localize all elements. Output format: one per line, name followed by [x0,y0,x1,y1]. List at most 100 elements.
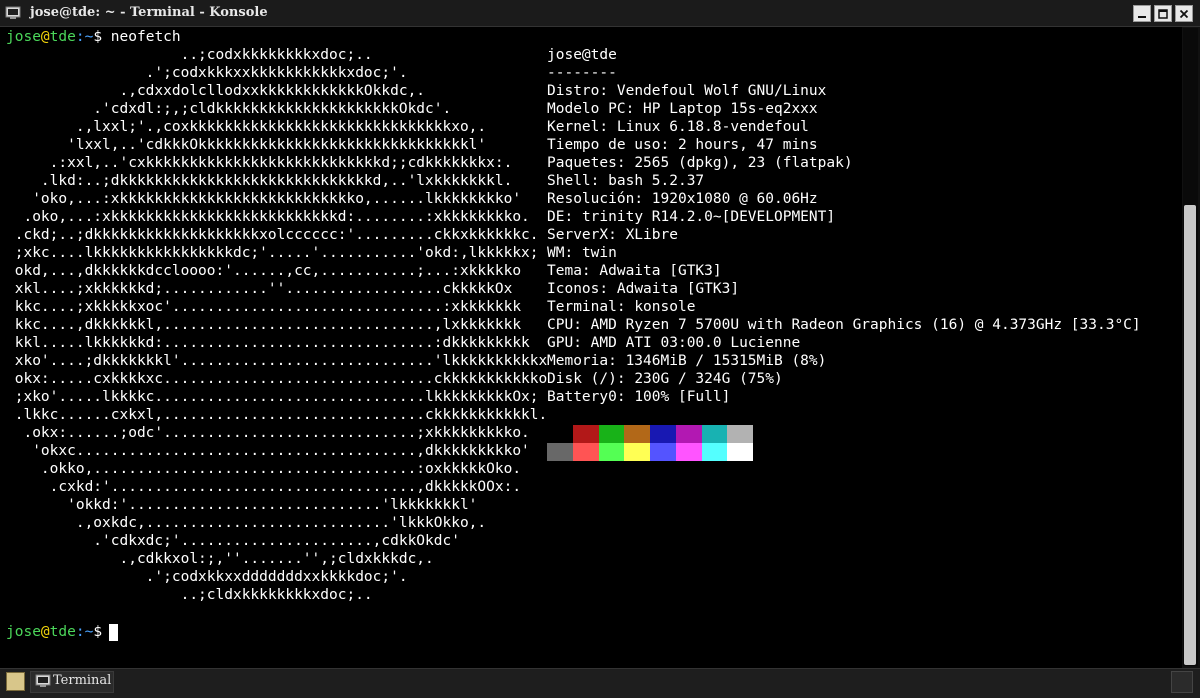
info-key: Memoria [547,353,609,369]
ascii-art-line: .,oxkdc,............................'lkk… [6,515,487,531]
color-swatch [727,443,754,461]
ascii-art-line: 'lxxl,..'cdkkkOkkkkkkkkkkkkkkkkkkkkkkkkk… [6,137,487,153]
ascii-art-line: xko'....;dkkkkkkkl'.....................… [6,353,548,369]
color-swatch [624,443,651,461]
info-row: Kernel: Linux 6.18.8-vendefoul [547,118,809,136]
prompt-line: jose@tde:~$ neofetch [6,28,181,46]
ascii-art-line: .lkd:..;dkkkkkkkkkkkkkkkkkkkkkkkkkkkkkd,… [6,173,513,189]
ascii-art-line: ..;codxkkkkkkkkxdoc;.. [6,47,373,63]
color-swatch [675,443,702,461]
ascii-art-line: .cxkd:'.................................… [6,479,522,495]
info-row: Tiempo de uso: 2 hours, 47 mins [547,136,818,154]
info-colon: : [625,101,644,117]
info-row: CPU: AMD Ryzen 7 5700U with Radeon Graph… [547,316,1141,334]
info-row: Disk (/): 230G / 324G (75%) [547,370,783,388]
info-value: 1346MiB / 15315MiB (8%) [625,353,827,369]
color-swatch [650,443,676,461]
prompt-line-current: jose@tde:~$ [6,623,102,641]
color-swatch [701,425,728,443]
ascii-art-line: .,cdxxdolcllodxxkkkkkkkkkkkkOkkdc,. [6,83,426,99]
close-icon [1179,9,1189,18]
tray-button[interactable] [1171,671,1193,693]
info-colon: : [616,389,635,405]
info-colon: : [599,119,617,135]
info-row: Battery0: 100% [Full] [547,388,730,406]
prompt-path: :~ [75,624,94,640]
info-key: Battery0 [547,389,617,405]
info-value: AMD ATI 03:00.0 Lucienne [590,335,801,351]
info-colon: : [616,371,635,387]
info-row: Paquetes: 2565 (dpkg), 23 (flatpak) [547,154,853,172]
maximize-icon [1158,8,1168,19]
info-row: Distro: Vendefoul Wolf GNU/Linux [547,82,826,100]
info-key: GPU [547,335,574,351]
color-swatch [701,443,728,461]
text-cursor [109,624,118,641]
info-key: Shell [547,173,591,189]
info-key: Tiempo de uso [547,137,661,153]
info-value: Adwaita [GTK3] [599,263,722,279]
close-button[interactable] [1175,5,1193,22]
info-colon: : [608,227,626,243]
prompt-user: jose [6,624,41,640]
info-header: jose@tde [547,47,617,63]
ascii-art-line: kkc....,dkkkkkkl,.......................… [6,317,522,333]
info-colon: : [581,263,600,279]
info-value: 230G / 324G (75%) [634,371,783,387]
ascii-art-line: 'okxc...................................… [6,443,530,459]
info-value: HP Laptop 15s-eq2xxx [643,101,818,117]
ascii-art-line: .'cdxdl:;,;cldkkkkkkkkkkkkkkkkkkkkkOkdc'… [6,101,452,117]
info-row: Iconos: Adwaita [GTK3] [547,280,739,298]
info-colon: : [590,173,609,189]
info-key: Disk (/) [547,371,617,387]
ascii-art-line: 'okkd:'.............................'lkk… [6,497,478,513]
ascii-art-line: .okx:......;odc'........................… [6,425,530,441]
info-row: ServerX: XLibre [547,226,678,244]
info-row: GPU: AMD ATI 03:00.0 Lucienne [547,334,800,352]
maximize-button[interactable] [1154,5,1172,22]
ascii-art-line: ;xko'.....lkkkkc........................… [6,389,539,405]
color-swatch [598,443,625,461]
info-value: konsole [634,299,696,315]
taskbar-task-label: Terminal [53,673,112,688]
show-desktop-icon[interactable] [6,672,25,691]
minimize-icon [1138,15,1146,18]
info-value: Adwaita [GTK3] [616,281,740,297]
info-colon: : [573,335,591,351]
ascii-art-line: 'oko,...:xkkkkkkkkkkkkkkkkkkkkkkkkkkko,.… [6,191,522,207]
info-row: Shell: bash 5.2.37 [547,172,704,190]
ascii-art-line: ;xkc....lkkkkkkkkkkkkkkkkdc;'.....'.....… [6,245,539,261]
info-row: DE: trinity R14.2.0~[DEVELOPMENT] [547,208,835,226]
info-value: 1920x1080 @ 60.06Hz [651,191,818,207]
scrollbar-thumb[interactable] [1184,205,1196,665]
info-value: 100% [Full] [634,389,731,405]
ascii-art-line: .,lxxl;'.,coxkkkkkkkkkkkkkkkkkkkkkkkkkkk… [6,119,487,135]
prompt-host: tde [49,624,76,640]
ascii-art-line: kkl.....lkkkkkkd:.......................… [6,335,530,351]
ascii-art-line: ..;cldxkkkkkkkkxdoc;.. [6,587,373,603]
ascii-art-line: xkl....;xkkkkkkd;............''.........… [6,281,513,297]
info-value: Linux 6.18.8-vendefoul [616,119,809,135]
info-colon: : [564,209,582,225]
info-colon: : [599,281,617,297]
info-colon: : [573,317,591,333]
prompt-at: @ [40,29,50,45]
info-key: Distro [547,83,600,99]
info-row: Resolución: 1920x1080 @ 60.06Hz [547,190,818,208]
info-value: twin [581,245,617,261]
ascii-art-line: .ckd;..;dkkkkkkkkkkkkkkkkkkkxolcccccc:'.… [6,227,539,243]
info-key: Paquetes [547,155,617,171]
info-value: 2 hours, 47 mins [677,137,818,153]
info-colon: : [634,191,652,207]
ascii-art-line: .oko,...:xkkkkkkkkkkkkkkkkkkkkkkkkkkd:..… [6,209,530,225]
command-text: neofetch [110,29,181,45]
info-value: bash 5.2.37 [608,173,705,189]
ascii-art-line: .'cdkxdc;'......................,cdkkOkd… [6,533,460,549]
minimize-button[interactable] [1133,5,1151,22]
ascii-art-line: .,cdkkxol:;,''.......'',;cldxkkkdc,. [6,551,434,567]
info-key: Resolución [547,191,635,207]
color-swatch [572,425,599,443]
info-key: Tema [547,263,582,279]
info-row: Tema: Adwaita [GTK3] [547,262,722,280]
info-value: 2565 (dpkg), 23 (flatpak) [634,155,853,171]
